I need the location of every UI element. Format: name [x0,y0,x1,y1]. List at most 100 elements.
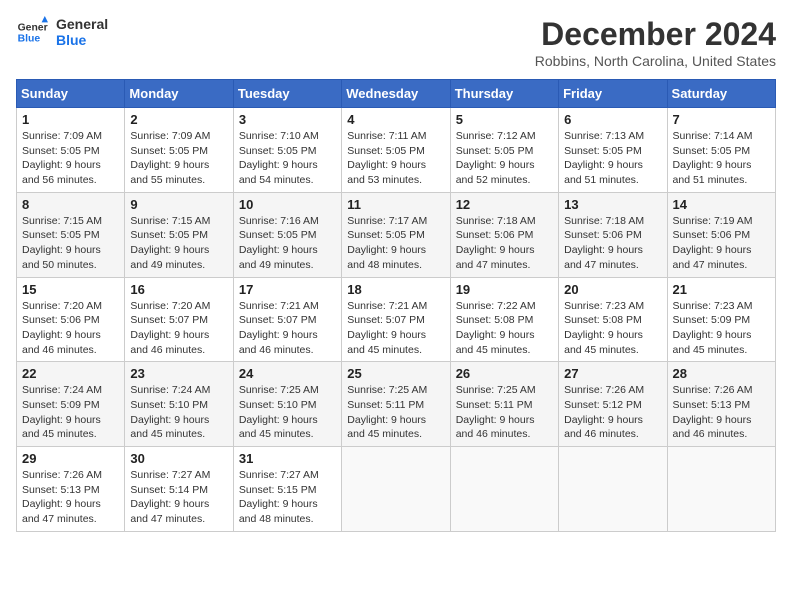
day-number: 31 [239,451,336,466]
location: Robbins, North Carolina, United States [535,53,776,69]
table-row: 21 Sunrise: 7:23 AMSunset: 5:09 PMDaylig… [667,277,775,362]
table-row: 17 Sunrise: 7:21 AMSunset: 5:07 PMDaylig… [233,277,341,362]
header-sunday: Sunday [17,80,125,108]
day-info: Sunrise: 7:18 AMSunset: 5:06 PMDaylight:… [564,215,644,271]
day-info: Sunrise: 7:13 AMSunset: 5:05 PMDaylight:… [564,130,644,186]
day-number: 22 [22,366,119,381]
table-row [559,447,667,532]
month-title: December 2024 [535,16,776,53]
day-number: 3 [239,112,336,127]
table-row: 25 Sunrise: 7:25 AMSunset: 5:11 PMDaylig… [342,362,450,447]
day-number: 30 [130,451,227,466]
day-info: Sunrise: 7:26 AMSunset: 5:13 PMDaylight:… [673,384,753,440]
day-info: Sunrise: 7:09 AMSunset: 5:05 PMDaylight:… [22,130,102,186]
day-info: Sunrise: 7:27 AMSunset: 5:14 PMDaylight:… [130,469,210,525]
table-row [667,447,775,532]
day-info: Sunrise: 7:17 AMSunset: 5:05 PMDaylight:… [347,215,427,271]
day-number: 10 [239,197,336,212]
day-number: 25 [347,366,444,381]
calendar-week-row: 22 Sunrise: 7:24 AMSunset: 5:09 PMDaylig… [17,362,776,447]
day-number: 23 [130,366,227,381]
day-number: 13 [564,197,661,212]
page-header: General Blue General Blue December 2024 … [16,16,776,69]
day-number: 5 [456,112,553,127]
day-info: Sunrise: 7:20 AMSunset: 5:06 PMDaylight:… [22,300,102,356]
day-number: 4 [347,112,444,127]
day-info: Sunrise: 7:25 AMSunset: 5:11 PMDaylight:… [456,384,536,440]
day-number: 28 [673,366,770,381]
day-number: 19 [456,282,553,297]
day-number: 17 [239,282,336,297]
table-row: 23 Sunrise: 7:24 AMSunset: 5:10 PMDaylig… [125,362,233,447]
day-info: Sunrise: 7:24 AMSunset: 5:09 PMDaylight:… [22,384,102,440]
svg-text:Blue: Blue [18,34,41,45]
table-row: 31 Sunrise: 7:27 AMSunset: 5:15 PMDaylig… [233,447,341,532]
calendar-week-row: 8 Sunrise: 7:15 AMSunset: 5:05 PMDayligh… [17,192,776,277]
table-row: 19 Sunrise: 7:22 AMSunset: 5:08 PMDaylig… [450,277,558,362]
day-info: Sunrise: 7:14 AMSunset: 5:05 PMDaylight:… [673,130,753,186]
day-info: Sunrise: 7:26 AMSunset: 5:12 PMDaylight:… [564,384,644,440]
header-saturday: Saturday [667,80,775,108]
calendar-week-row: 29 Sunrise: 7:26 AMSunset: 5:13 PMDaylig… [17,447,776,532]
calendar-table: Sunday Monday Tuesday Wednesday Thursday… [16,79,776,532]
table-row: 5 Sunrise: 7:12 AMSunset: 5:05 PMDayligh… [450,108,558,193]
header-friday: Friday [559,80,667,108]
day-info: Sunrise: 7:19 AMSunset: 5:06 PMDaylight:… [673,215,753,271]
day-info: Sunrise: 7:22 AMSunset: 5:08 PMDaylight:… [456,300,536,356]
day-number: 24 [239,366,336,381]
day-info: Sunrise: 7:20 AMSunset: 5:07 PMDaylight:… [130,300,210,356]
table-row: 7 Sunrise: 7:14 AMSunset: 5:05 PMDayligh… [667,108,775,193]
table-row [342,447,450,532]
day-info: Sunrise: 7:25 AMSunset: 5:11 PMDaylight:… [347,384,427,440]
table-row: 24 Sunrise: 7:25 AMSunset: 5:10 PMDaylig… [233,362,341,447]
day-info: Sunrise: 7:21 AMSunset: 5:07 PMDaylight:… [239,300,319,356]
day-number: 7 [673,112,770,127]
header-thursday: Thursday [450,80,558,108]
day-info: Sunrise: 7:23 AMSunset: 5:09 PMDaylight:… [673,300,753,356]
header-wednesday: Wednesday [342,80,450,108]
table-row: 3 Sunrise: 7:10 AMSunset: 5:05 PMDayligh… [233,108,341,193]
logo-text-blue: Blue [56,32,108,48]
day-number: 26 [456,366,553,381]
day-info: Sunrise: 7:23 AMSunset: 5:08 PMDaylight:… [564,300,644,356]
logo-icon: General Blue [16,16,48,48]
day-info: Sunrise: 7:18 AMSunset: 5:06 PMDaylight:… [456,215,536,271]
table-row: 30 Sunrise: 7:27 AMSunset: 5:14 PMDaylig… [125,447,233,532]
header-monday: Monday [125,80,233,108]
table-row: 12 Sunrise: 7:18 AMSunset: 5:06 PMDaylig… [450,192,558,277]
table-row: 11 Sunrise: 7:17 AMSunset: 5:05 PMDaylig… [342,192,450,277]
table-row: 14 Sunrise: 7:19 AMSunset: 5:06 PMDaylig… [667,192,775,277]
day-number: 2 [130,112,227,127]
day-number: 16 [130,282,227,297]
day-info: Sunrise: 7:25 AMSunset: 5:10 PMDaylight:… [239,384,319,440]
calendar-week-row: 1 Sunrise: 7:09 AMSunset: 5:05 PMDayligh… [17,108,776,193]
day-number: 20 [564,282,661,297]
table-row: 26 Sunrise: 7:25 AMSunset: 5:11 PMDaylig… [450,362,558,447]
day-info: Sunrise: 7:12 AMSunset: 5:05 PMDaylight:… [456,130,536,186]
day-info: Sunrise: 7:15 AMSunset: 5:05 PMDaylight:… [22,215,102,271]
day-number: 11 [347,197,444,212]
table-row: 29 Sunrise: 7:26 AMSunset: 5:13 PMDaylig… [17,447,125,532]
table-row: 20 Sunrise: 7:23 AMSunset: 5:08 PMDaylig… [559,277,667,362]
day-number: 8 [22,197,119,212]
day-number: 29 [22,451,119,466]
day-info: Sunrise: 7:24 AMSunset: 5:10 PMDaylight:… [130,384,210,440]
table-row: 27 Sunrise: 7:26 AMSunset: 5:12 PMDaylig… [559,362,667,447]
day-number: 14 [673,197,770,212]
header-tuesday: Tuesday [233,80,341,108]
table-row: 6 Sunrise: 7:13 AMSunset: 5:05 PMDayligh… [559,108,667,193]
day-info: Sunrise: 7:15 AMSunset: 5:05 PMDaylight:… [130,215,210,271]
table-row: 13 Sunrise: 7:18 AMSunset: 5:06 PMDaylig… [559,192,667,277]
table-row: 10 Sunrise: 7:16 AMSunset: 5:05 PMDaylig… [233,192,341,277]
day-number: 9 [130,197,227,212]
day-info: Sunrise: 7:16 AMSunset: 5:05 PMDaylight:… [239,215,319,271]
day-info: Sunrise: 7:11 AMSunset: 5:05 PMDaylight:… [347,130,426,186]
calendar-header-row: Sunday Monday Tuesday Wednesday Thursday… [17,80,776,108]
table-row: 1 Sunrise: 7:09 AMSunset: 5:05 PMDayligh… [17,108,125,193]
table-row: 15 Sunrise: 7:20 AMSunset: 5:06 PMDaylig… [17,277,125,362]
day-info: Sunrise: 7:21 AMSunset: 5:07 PMDaylight:… [347,300,427,356]
table-row: 2 Sunrise: 7:09 AMSunset: 5:05 PMDayligh… [125,108,233,193]
day-number: 21 [673,282,770,297]
table-row: 9 Sunrise: 7:15 AMSunset: 5:05 PMDayligh… [125,192,233,277]
logo-text-general: General [56,16,108,32]
